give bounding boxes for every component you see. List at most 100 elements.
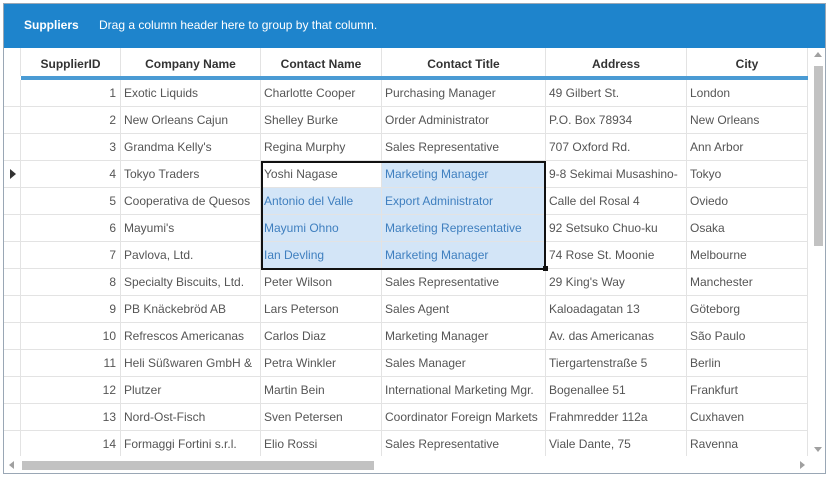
row-indicator[interactable] <box>4 431 21 456</box>
cell-city[interactable]: Ravenna <box>687 431 808 456</box>
row-indicator[interactable] <box>4 134 21 161</box>
cell-company-name[interactable]: Tokyo Traders <box>121 161 261 188</box>
cell-contact-title[interactable]: Order Administrator <box>382 107 546 134</box>
cell-contact-name[interactable]: Sven Petersen <box>261 404 382 431</box>
cell-contact-name[interactable]: Charlotte Cooper <box>261 80 382 107</box>
cell-address[interactable]: 49 Gilbert St. <box>546 80 687 107</box>
row-indicator[interactable] <box>4 296 21 323</box>
row-indicator[interactable] <box>4 107 21 134</box>
scroll-right-icon[interactable] <box>800 461 805 469</box>
cell-contact-title[interactable]: Sales Representative <box>382 134 546 161</box>
row-indicator[interactable] <box>4 350 21 377</box>
row-indicator[interactable] <box>4 188 21 215</box>
table-row[interactable]: 13Nord-Ost-Fisch Handelsgesellschaft mbH… <box>4 404 808 431</box>
cell-address[interactable]: Av. das Americanas 12.890 <box>546 323 687 350</box>
cell-supplier-id[interactable]: 6 <box>21 215 121 242</box>
cell-supplier-id[interactable]: 11 <box>21 350 121 377</box>
cell-address[interactable]: Frahmredder 112a <box>546 404 687 431</box>
table-row[interactable]: 3Grandma Kelly's HomesteadRegina MurphyS… <box>4 134 808 161</box>
cell-company-name[interactable]: Cooperativa de Quesos 'Las Cabras' <box>121 188 261 215</box>
cell-supplier-id[interactable]: 8 <box>21 269 121 296</box>
cell-contact-name[interactable]: Carlos Diaz <box>261 323 382 350</box>
cell-address[interactable]: Viale Dante, 75 <box>546 431 687 456</box>
row-indicator[interactable] <box>4 80 21 107</box>
cell-address[interactable]: 707 Oxford Rd. <box>546 134 687 161</box>
cell-address[interactable]: Kaloadagatan 13 <box>546 296 687 323</box>
cell-contact-name[interactable]: Mayumi Ohno <box>261 215 382 242</box>
row-indicator[interactable] <box>4 242 21 269</box>
cell-supplier-id[interactable]: 4 <box>21 161 121 188</box>
table-row[interactable]: 10Refrescos Americanas LTDACarlos DiazMa… <box>4 323 808 350</box>
cell-address[interactable]: 92 Setsuko Chuo-ku <box>546 215 687 242</box>
cell-address[interactable]: Calle del Rosal 4 <box>546 188 687 215</box>
row-indicator[interactable] <box>4 323 21 350</box>
cell-supplier-id[interactable]: 7 <box>21 242 121 269</box>
cell-supplier-id[interactable]: 3 <box>21 134 121 161</box>
cell-contact-title[interactable]: Marketing Manager <box>382 161 546 188</box>
scroll-up-icon[interactable] <box>814 52 822 57</box>
cell-contact-title[interactable]: Sales Agent <box>382 296 546 323</box>
row-indicator[interactable] <box>4 404 21 431</box>
cell-address[interactable]: Bogenallee 51 <box>546 377 687 404</box>
table-row[interactable]: 2New Orleans Cajun DelightsShelley Burke… <box>4 107 808 134</box>
table-row[interactable]: 9 PB Knäckebröd AB Lars Peterson Sales Agen… <box>4 296 808 323</box>
data-grid[interactable]: SupplierID Company Name Contact Name Contac… <box>4 48 808 456</box>
cell-city[interactable]: Tokyo <box>687 161 808 188</box>
cell-contact-name[interactable]: Regina Murphy <box>261 134 382 161</box>
table-row[interactable]: 5Cooperativa de Quesos 'Las Cabras'Anton… <box>4 188 808 215</box>
cell-contact-title[interactable]: Marketing Representative <box>382 215 546 242</box>
table-row[interactable]: 6 Mayumi's Mayumi Ohno Marketing Representa… <box>4 215 808 242</box>
horizontal-scrollbar[interactable] <box>4 456 810 473</box>
cell-company-name[interactable]: Exotic Liquids <box>121 80 261 107</box>
cell-city[interactable]: Manchester <box>687 269 808 296</box>
cell-city[interactable]: São Paulo <box>687 323 808 350</box>
table-row[interactable]: 1 Exotic Liquids Charlotte Cooper Purchasin… <box>4 80 808 107</box>
cell-city[interactable]: Ann Arbor <box>687 134 808 161</box>
cell-contact-title[interactable]: Coordinator Foreign Markets <box>382 404 546 431</box>
cell-contact-name[interactable]: Lars Peterson <box>261 296 382 323</box>
header-supplier-id[interactable]: SupplierID <box>21 48 121 76</box>
vertical-scroll-thumb[interactable] <box>814 66 823 246</box>
header-company-name[interactable]: Company Name <box>121 48 261 76</box>
cell-supplier-id[interactable]: 12 <box>21 377 121 404</box>
cell-supplier-id[interactable]: 9 <box>21 296 121 323</box>
cell-address[interactable]: 9-8 Sekimai Musashino-shi <box>546 161 687 188</box>
cell-company-name[interactable]: Pavlova, Ltd. <box>121 242 261 269</box>
horizontal-scroll-thumb[interactable] <box>22 461 374 470</box>
cell-city[interactable]: New Orleans <box>687 107 808 134</box>
cell-company-name[interactable]: Heli Süßwaren GmbH & Co. KG <box>121 350 261 377</box>
table-row[interactable]: 7 Pavlova, Ltd. Ian Devling Marketing Manag… <box>4 242 808 269</box>
cell-contact-title[interactable]: Sales Representative <box>382 269 546 296</box>
header-contact-name[interactable]: Contact Name <box>261 48 382 76</box>
cell-address[interactable]: Tiergartenstraße 5 <box>546 350 687 377</box>
group-by-panel[interactable]: Suppliers Drag a column header here to g… <box>4 4 825 48</box>
cell-city[interactable]: Frankfurt <box>687 377 808 404</box>
vertical-scrollbar[interactable] <box>810 48 825 456</box>
cell-contact-name[interactable]: Yoshi Nagase <box>261 161 382 188</box>
row-indicator[interactable] <box>4 269 21 296</box>
cell-supplier-id[interactable]: 10 <box>21 323 121 350</box>
cell-supplier-id[interactable]: 1 <box>21 80 121 107</box>
header-contact-title[interactable]: Contact Title <box>382 48 546 76</box>
cell-company-name[interactable]: Mayumi's <box>121 215 261 242</box>
cell-contact-name[interactable]: Shelley Burke <box>261 107 382 134</box>
header-address[interactable]: Address <box>546 48 687 76</box>
cell-city[interactable]: Berlin <box>687 350 808 377</box>
cell-company-name[interactable]: Formaggi Fortini s.r.l. <box>121 431 261 456</box>
header-city[interactable]: City <box>687 48 808 76</box>
cell-supplier-id[interactable]: 13 <box>21 404 121 431</box>
cell-company-name[interactable]: PB Knäckebröd AB <box>121 296 261 323</box>
cell-address[interactable]: 74 Rose St. Moonie Ponds <box>546 242 687 269</box>
cell-contact-title[interactable]: Marketing Manager <box>382 242 546 269</box>
cell-city[interactable]: Cuxhaven <box>687 404 808 431</box>
cell-supplier-id[interactable]: 2 <box>21 107 121 134</box>
table-row[interactable]: 8 Specialty Biscuits, Ltd. Peter Wilson Sal… <box>4 269 808 296</box>
row-indicator[interactable] <box>4 377 21 404</box>
cell-contact-title[interactable]: International Marketing Mgr. <box>382 377 546 404</box>
cell-company-name[interactable]: Plutzer Lebensmittelgroßmärkte AG <box>121 377 261 404</box>
cell-contact-title[interactable]: Marketing Manager <box>382 323 546 350</box>
cell-supplier-id[interactable]: 5 <box>21 188 121 215</box>
cell-contact-name[interactable]: Ian Devling <box>261 242 382 269</box>
cell-company-name[interactable]: Refrescos Americanas LTDA <box>121 323 261 350</box>
cell-supplier-id[interactable]: 14 <box>21 431 121 456</box>
